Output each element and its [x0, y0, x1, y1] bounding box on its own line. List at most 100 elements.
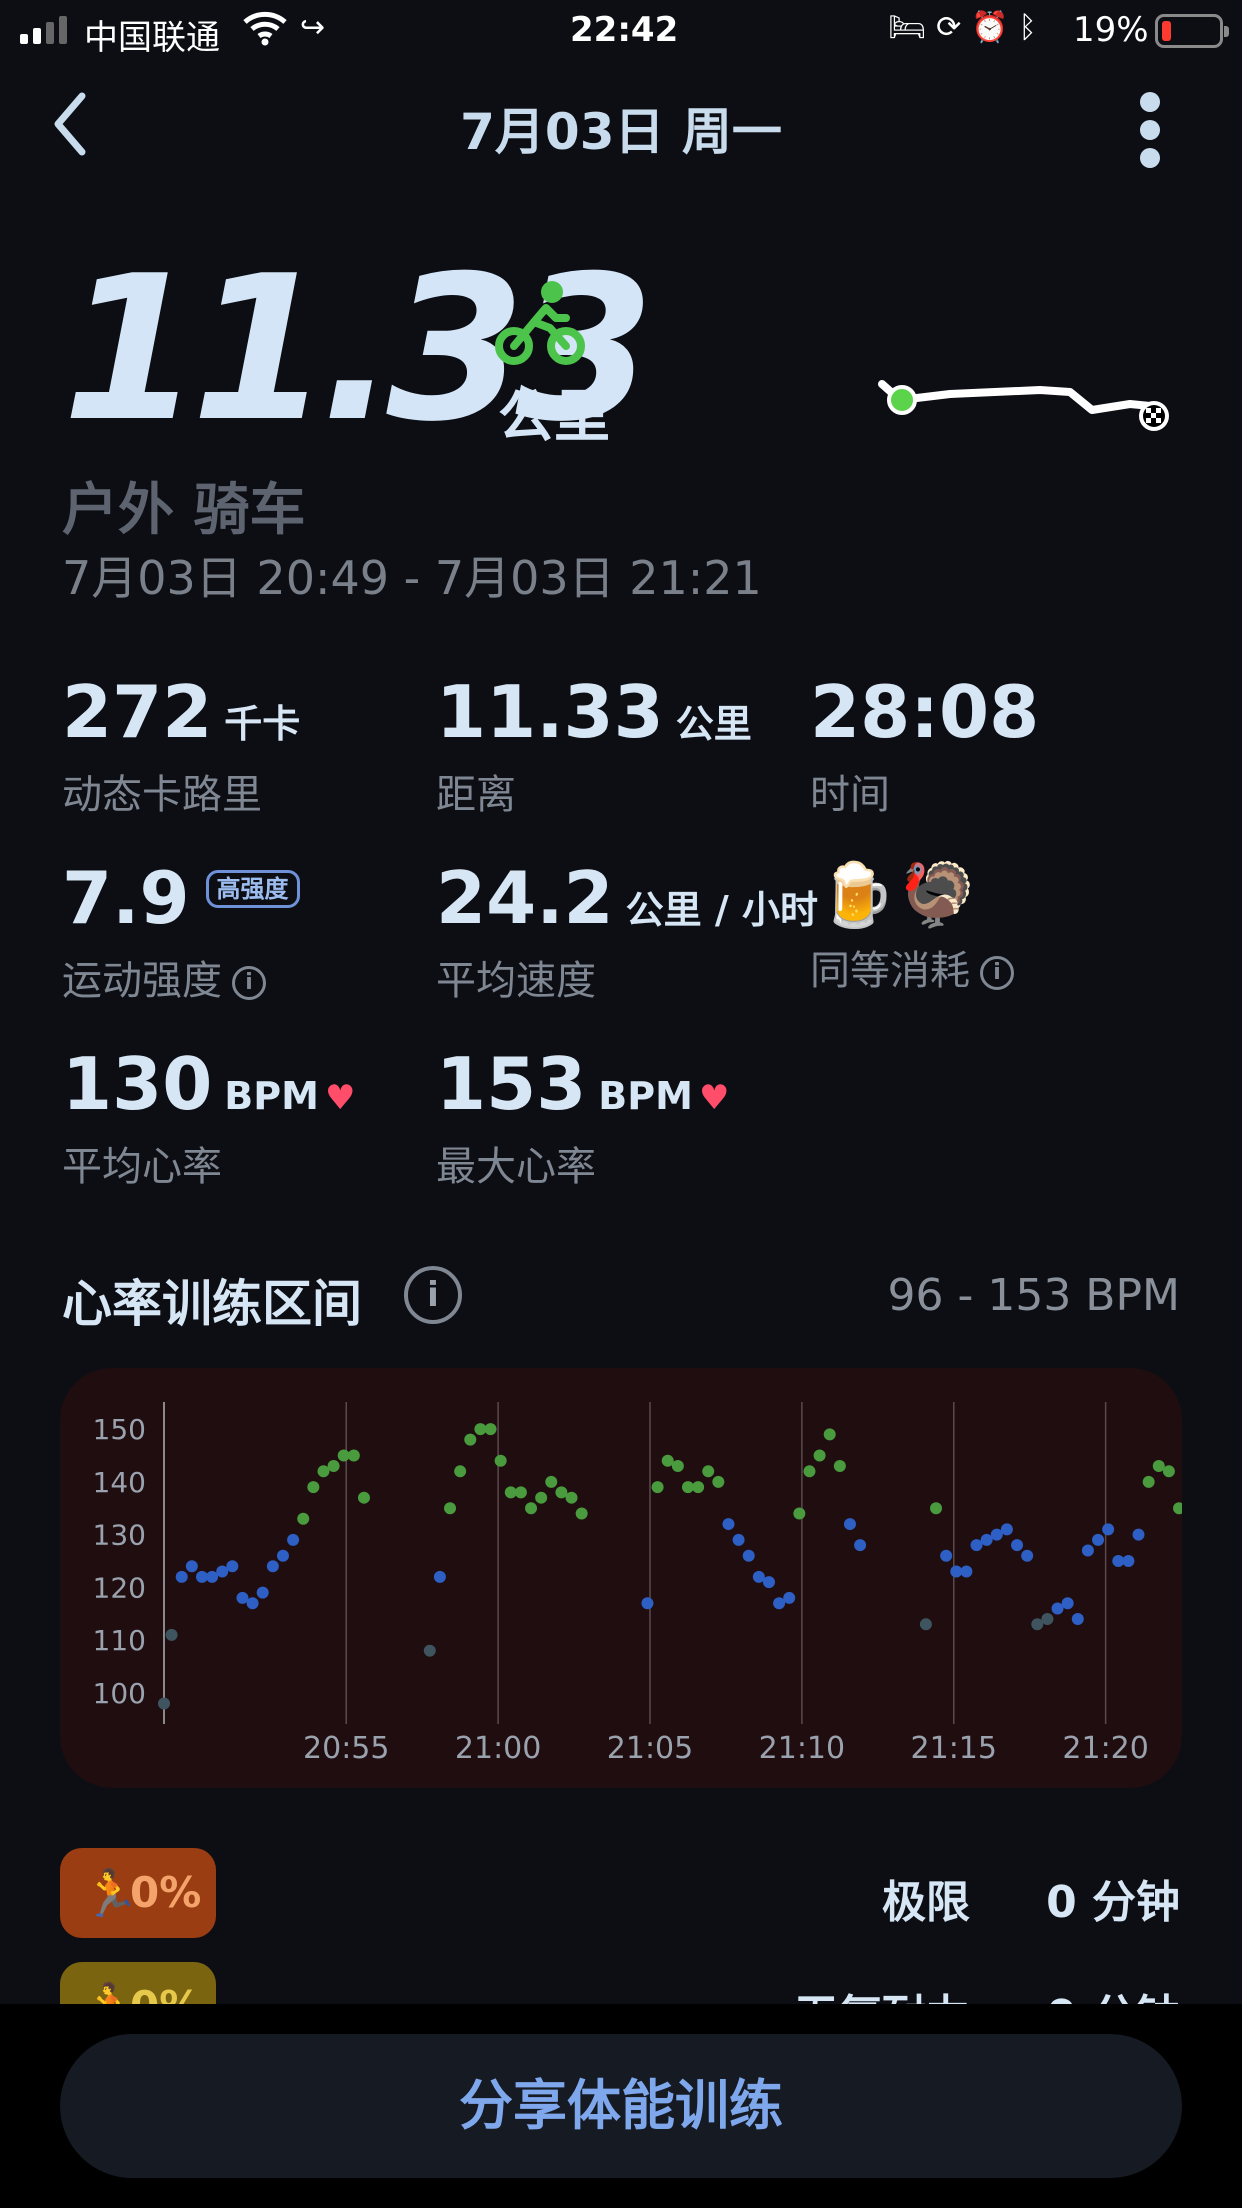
- stat-intensity: 7.9 高强度 运动强度 i: [62, 862, 300, 1006]
- hero-distance-unit: 公里: [498, 385, 610, 450]
- route-map-thumbnail: [878, 380, 1169, 431]
- max-hr-value: 153: [436, 1042, 587, 1126]
- carrier-name: 中国联通: [84, 18, 220, 58]
- hr-data-point: [165, 1628, 178, 1641]
- hr-data-point: [1122, 1555, 1135, 1567]
- avg-hr-value: 130: [62, 1042, 213, 1126]
- orientation-lock-icon: ⟳: [936, 10, 972, 45]
- hr-data-point: [175, 1570, 188, 1583]
- hr-data-point: [1021, 1549, 1034, 1562]
- hr-data-point: [671, 1460, 684, 1473]
- heart-icon: ♥: [324, 1078, 356, 1118]
- y-tick-label: 150: [93, 1413, 146, 1446]
- hr-data-point: [246, 1597, 259, 1610]
- runner-icon: 🏃: [82, 1866, 140, 1920]
- hr-range: 96 - 153 BPM: [887, 1270, 1181, 1321]
- hr-data-point: [1081, 1544, 1094, 1557]
- hr-data-point: [641, 1597, 654, 1610]
- calories-unit: 千卡: [224, 702, 301, 746]
- hr-data-point: [317, 1465, 330, 1478]
- alarm-icon: ⏰: [971, 10, 1019, 45]
- status-icons: 🛏⟳⏰ᛒ: [888, 10, 1047, 45]
- hr-data-point: [1132, 1528, 1145, 1541]
- hr-data-point: [1173, 1502, 1182, 1515]
- intensity-info-icon[interactable]: i: [232, 966, 266, 1000]
- battery-percent: 19%: [1073, 10, 1149, 50]
- hr-data-point: [454, 1465, 467, 1478]
- hr-data-point: [843, 1518, 856, 1531]
- zone-duration: 0 分钟: [1046, 1877, 1180, 1928]
- hr-data-point: [783, 1591, 796, 1604]
- zone-percent: 0%: [130, 1868, 202, 1917]
- more-vertical-icon: [1130, 92, 1170, 168]
- duration-value: 28:08: [810, 670, 1040, 754]
- signal-icon: [20, 14, 67, 44]
- max-hr-unit: BPM: [598, 1074, 693, 1118]
- hr-data-point: [661, 1454, 674, 1467]
- hr-data-point: [347, 1449, 360, 1462]
- hr-data-point: [773, 1597, 786, 1610]
- hr-zone-title: 心率训练区间: [62, 1275, 362, 1333]
- heart-icon: ♥: [698, 1078, 730, 1118]
- hr-data-point: [742, 1549, 755, 1562]
- hr-data-point: [990, 1528, 1003, 1541]
- route-finish-marker: [1139, 401, 1169, 431]
- avg-speed-value: 24.2: [436, 856, 614, 940]
- x-tick-label: 21:20: [1062, 1731, 1148, 1766]
- avg-hr-unit: BPM: [224, 1074, 319, 1118]
- sleep-bed-icon: 🛏: [888, 10, 937, 45]
- avg-hr-label: 平均心率: [62, 1144, 222, 1190]
- avg-speed-unit: 公里 / 小时: [625, 888, 818, 932]
- hr-data-point: [793, 1507, 806, 1520]
- hr-data-point: [1162, 1465, 1175, 1478]
- hr-info-icon[interactable]: i: [404, 1266, 462, 1324]
- hr-data-point: [307, 1481, 320, 1494]
- stat-duration: 28:08 时间: [810, 676, 1039, 820]
- calories-value: 272: [62, 670, 213, 754]
- hr-data-point: [692, 1481, 705, 1494]
- intensity-label: 运动强度: [62, 958, 222, 1004]
- hr-data-point: [919, 1618, 932, 1631]
- hr-data-point: [185, 1560, 198, 1573]
- hr-data-point: [732, 1533, 745, 1546]
- hr-data-point: [823, 1428, 836, 1441]
- hr-data-point: [833, 1460, 846, 1473]
- stat-distance: 11.33 公里 距离: [436, 676, 752, 820]
- call-forwarding-icon: ↪: [300, 10, 326, 45]
- zone-badge: 🏃0%: [60, 1848, 216, 1938]
- activity-time-range: 7月03日 20:49 - 7月03日 21:21: [62, 551, 762, 605]
- hr-data-point: [158, 1697, 170, 1710]
- hr-data-point: [1041, 1613, 1054, 1626]
- hr-chart: 20:55 21:00 21:05 21:10 21:15 21:20 150 140 130 1…: [60, 1368, 1182, 1788]
- intensity-value: 7.9: [62, 856, 190, 940]
- hr-data-point: [980, 1533, 993, 1546]
- hr-data-point: [575, 1507, 588, 1520]
- bluetooth-icon: ᛒ: [1018, 10, 1047, 45]
- share-workout-button[interactable]: 分享体能训练: [60, 2034, 1182, 2178]
- avg-speed-label: 平均速度: [436, 958, 596, 1004]
- hr-data-point: [256, 1586, 269, 1599]
- hr-data-point: [287, 1533, 300, 1546]
- zone-name: 极限: [882, 1877, 970, 1928]
- equivalent-info-icon[interactable]: i: [980, 956, 1014, 990]
- hr-data-point: [535, 1491, 548, 1504]
- cycling-icon: [495, 281, 585, 365]
- hr-data-point: [1011, 1539, 1024, 1552]
- y-tick-label: 120: [93, 1571, 146, 1604]
- y-tick-label: 130: [93, 1519, 146, 1552]
- hr-data-point: [702, 1465, 715, 1478]
- x-tick-label: 21:00: [455, 1731, 541, 1766]
- hr-data-point: [803, 1465, 816, 1478]
- status-bar: 中国联通 ↪ 22:42 🛏⟳⏰ᛒ 19%: [0, 0, 1242, 62]
- hr-data-point: [206, 1570, 219, 1583]
- hr-data-point: [813, 1449, 826, 1462]
- duration-label: 时间: [810, 772, 890, 818]
- hr-data-point: [297, 1512, 310, 1525]
- more-button[interactable]: [1130, 88, 1170, 168]
- y-tick-label: 140: [93, 1466, 146, 1499]
- hr-data-point: [216, 1565, 229, 1578]
- y-tick-label: 100: [93, 1677, 146, 1710]
- hr-data-point: [514, 1486, 527, 1499]
- battery-icon: [1155, 14, 1229, 48]
- hr-data-point: [1102, 1523, 1115, 1536]
